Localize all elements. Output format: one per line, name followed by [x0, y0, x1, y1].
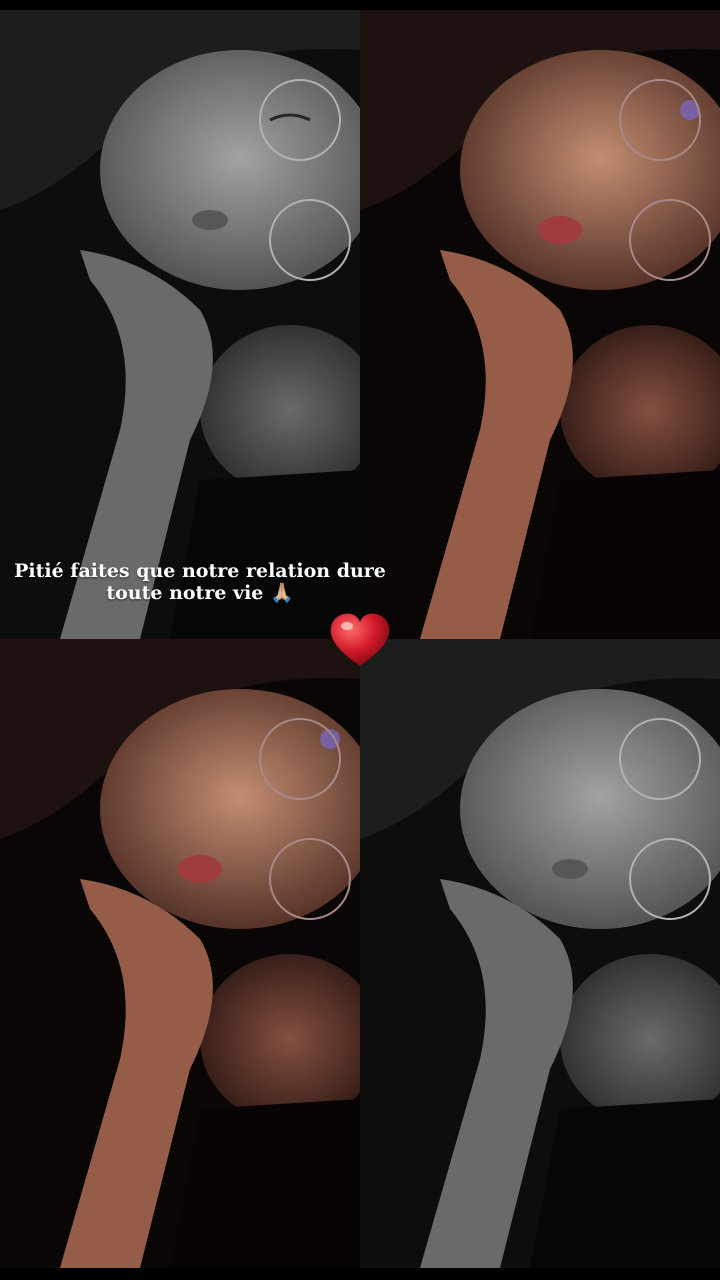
- portrait-photo: [0, 639, 360, 1268]
- photo-bottom-left: [0, 639, 360, 1268]
- portrait-photo: [0, 10, 360, 639]
- bottom-bar: [0, 1268, 720, 1280]
- caption-text: Pitié faites que notre relation dure tou…: [0, 560, 400, 604]
- portrait-photo: [360, 639, 720, 1268]
- photo-bottom-right: [360, 639, 720, 1268]
- caption-line-2: toute notre vie 🙏🏼: [106, 582, 294, 604]
- photo-top-right: [360, 10, 720, 639]
- heart-icon: [327, 610, 393, 670]
- portrait-photo: [360, 10, 720, 639]
- caption-line-1: Pitié faites que notre relation dure: [14, 560, 386, 582]
- photo-top-left: [0, 10, 360, 639]
